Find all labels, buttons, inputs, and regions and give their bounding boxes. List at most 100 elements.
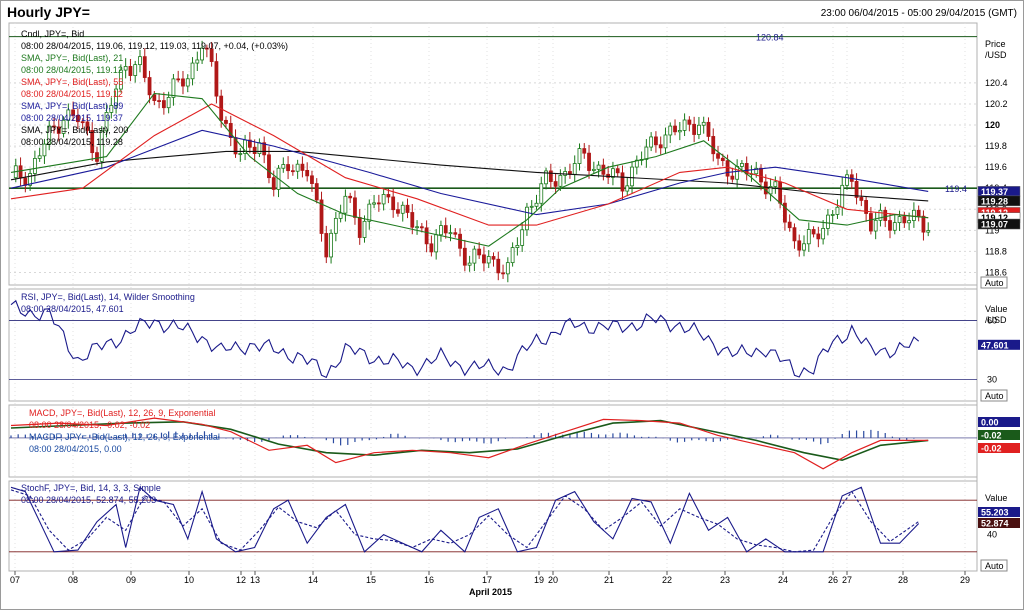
candle-body	[711, 136, 716, 155]
x-tick-label: 14	[308, 575, 318, 585]
candle-body	[826, 214, 830, 229]
candle-body	[553, 181, 558, 187]
candle-body	[911, 209, 916, 221]
candle-body	[792, 227, 797, 242]
candle-body	[23, 177, 28, 186]
candle-body	[663, 134, 668, 149]
candle-body	[816, 233, 821, 240]
candle-body	[295, 163, 300, 172]
candle-body	[185, 78, 190, 87]
axis-title: Value	[985, 304, 1007, 314]
candle-body	[644, 146, 649, 160]
candle-body	[687, 119, 692, 125]
rsi-tick-label: 30	[987, 374, 997, 384]
price-tick-label: 118.6	[985, 267, 1007, 277]
legend-line: 08:00 28/04/2015, 52.874, 55.203	[21, 495, 156, 505]
candle-body	[892, 222, 897, 231]
candle-body	[587, 152, 591, 171]
x-axis: 07 08 09 10 12 13 14 15 16 17 19 20 21 22 23 24 26 27 28 29…	[10, 571, 970, 597]
auto-button-price[interactable]: Auto	[980, 276, 1008, 289]
candle-body	[802, 243, 806, 251]
auto-button-rsi[interactable]: Auto	[980, 389, 1008, 402]
legend-line: 08:00 28/04/2015, 0.00	[29, 444, 122, 454]
candle-body	[902, 216, 907, 224]
candle-body	[730, 175, 735, 180]
candle-body	[166, 97, 171, 109]
legend-line: 08:00 28/04/2015, 119.12	[21, 65, 123, 75]
candle-body	[486, 256, 491, 264]
candle-body	[424, 227, 429, 245]
candle-body	[32, 158, 37, 174]
candle-body	[759, 167, 763, 183]
candle-body	[391, 196, 396, 211]
stoch-axis-header: Value	[985, 493, 1007, 503]
x-tick-label: 23	[720, 575, 730, 585]
auto-button-stoch[interactable]: Auto	[980, 559, 1008, 572]
candle-body	[735, 166, 740, 180]
candle-body	[462, 247, 467, 266]
x-tick-label: 07	[10, 575, 20, 585]
candle-body	[491, 256, 496, 260]
candle-body	[658, 144, 663, 149]
candle-body	[515, 245, 520, 248]
candle-body	[128, 66, 133, 76]
sma55-line	[10, 103, 929, 226]
candle-body	[868, 213, 873, 232]
candle-body	[773, 181, 778, 187]
legend-line: Cndl, JPY=, Bid	[21, 29, 84, 39]
macd-tag-label: 0.00	[981, 418, 999, 428]
candle-body	[195, 59, 200, 64]
candle-body	[400, 204, 405, 214]
candle-body	[806, 229, 811, 245]
x-tick-label: 15	[366, 575, 376, 585]
candle-body	[181, 78, 185, 87]
candle-body	[510, 247, 515, 264]
candle-body	[338, 212, 343, 219]
sma200-line	[10, 150, 929, 202]
legend-line: 08:00 28/04/2015, 119.06, 119.12, 119.03…	[21, 41, 288, 51]
axis-unit: /USD	[985, 315, 1007, 325]
rsi-legend: RSI, JPY=, Bid(Last), 14, Wilder Smoothi…	[21, 292, 195, 314]
candle-body	[362, 220, 367, 238]
candle-body	[926, 230, 931, 233]
candle-body	[348, 195, 353, 199]
candle-body	[572, 163, 577, 175]
x-tick-label: 20	[548, 575, 558, 585]
candle-body	[520, 229, 525, 246]
price-tick-label: 120	[985, 120, 1000, 130]
legend-line: 08:00 28/04/2015, 119.12	[21, 89, 123, 99]
price-tick-label: 118.8	[985, 246, 1007, 256]
stoch-panel: 40 55.20352.874	[9, 486, 1020, 553]
candle-body	[577, 148, 582, 164]
candle-body	[778, 181, 783, 204]
axis-title: Price	[985, 39, 1006, 49]
candle-body	[171, 78, 176, 98]
candle-body	[453, 232, 458, 235]
x-tick-label: 10	[184, 575, 194, 585]
chart-canvas[interactable]: 120.4120.2120119.8119.6119.4119.2119118.…	[1, 1, 1023, 609]
candle-body	[138, 56, 142, 66]
price-tag-label: 119.07	[981, 220, 1008, 230]
candle-body	[305, 170, 310, 177]
candle-body	[147, 77, 152, 96]
candle-body	[501, 272, 505, 275]
candle-body	[290, 170, 295, 173]
candle-body	[682, 119, 687, 131]
candle-body	[214, 61, 219, 97]
legend-line: 08:00 28/04/2015, 47.601	[21, 304, 124, 314]
candle-body	[405, 204, 410, 213]
candle-body	[830, 214, 835, 216]
candle-body	[821, 227, 826, 240]
legend-line: 08:00 28/04/2015, 119.28	[21, 137, 123, 147]
candle-body	[840, 184, 845, 208]
candle-body	[357, 217, 362, 238]
candle-body	[763, 181, 768, 195]
price-tick-label: 120.2	[985, 99, 1008, 109]
x-tick-label: 28	[898, 575, 908, 585]
candle-body	[873, 219, 878, 232]
rsi-axis-header: Value /USD	[985, 304, 1007, 325]
x-tick-label: 16	[424, 575, 434, 585]
candle-body	[883, 209, 888, 221]
candle-body	[18, 165, 23, 179]
candle-body	[916, 209, 921, 217]
